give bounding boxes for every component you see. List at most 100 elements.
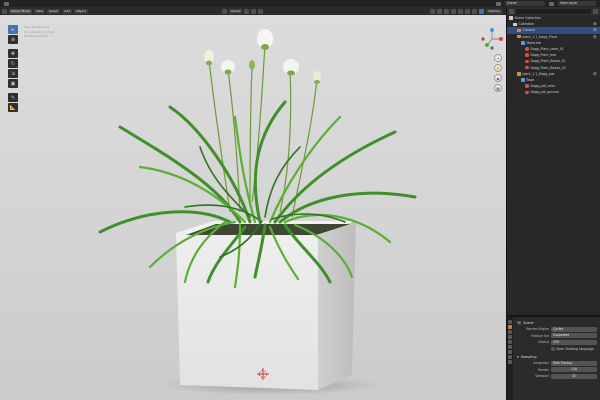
outliner-search-input[interactable] [516,8,591,14]
scene-render [98,29,417,395]
menu-select[interactable]: Select [47,8,61,14]
viewport-info: User Perspective (1) Collection | Plant … [24,25,55,39]
properties-context: Scene [523,320,534,325]
output-tab-icon[interactable] [508,330,512,334]
tool-tab-icon[interactable] [508,320,512,324]
blender-menu-icon[interactable] [4,1,9,6]
collection-icon [513,22,517,27]
view-layer-selector[interactable]: View Layer [558,1,596,6]
chevron-down-icon: ▾ [517,354,519,359]
snap-icon[interactable] [251,8,257,14]
rotate-tool-icon[interactable]: ↻ [8,59,18,68]
camera-view-icon[interactable]: ◉ [494,74,502,82]
outliner: Scene Collection Collection 👁 Camera 👁 plant_… [507,7,600,315]
outliner-row[interactable]: Dagg_pot_ground [507,89,600,95]
cursor-tool-icon[interactable]: ⊕ [8,35,18,44]
visibility-eye-icon[interactable]: 👁 [593,28,597,32]
scene-icon [496,1,501,6]
visibility-eye-icon[interactable]: 👁 [593,72,597,76]
mesh-data-icon [521,41,525,45]
pot-side [318,221,356,390]
xray-icon[interactable] [451,8,457,14]
integrator-select[interactable]: Path Tracing [551,360,597,366]
osl-label: Open Shading Language [556,346,595,351]
move-tool-icon[interactable]: ✥ [8,49,18,58]
render-engine-select[interactable]: Cycles [551,326,597,332]
ortho-toggle-icon[interactable]: ▦ [494,84,502,92]
pivot-icon[interactable] [244,8,250,14]
visibility-icon[interactable] [430,8,436,14]
world-tab-icon[interactable] [508,345,512,349]
plant-leaves [98,100,417,289]
outliner-type-icon[interactable] [509,8,514,14]
object-icon [517,34,521,39]
mode-selector[interactable]: Object Mode [9,8,32,14]
outliner-row-label: plant_1.1_Dagg_Plant [522,34,557,39]
render-icon: 📷 [517,320,522,325]
outliner-row-label: Scene Collection [514,16,542,21]
shading-solid-icon[interactable] [465,8,471,14]
visibility-eye-icon[interactable]: 👁 [593,22,597,26]
visibility-eye-icon[interactable]: 👁 [593,35,597,39]
osl-checkbox[interactable] [551,347,555,351]
outliner-header [507,7,600,15]
material-icon [525,65,529,70]
properties-header: 📷 Scene [517,319,597,326]
select-box-tool-icon[interactable]: ▸ [8,25,18,34]
measure-tool-icon[interactable]: 📐 [8,103,18,112]
modifier-tab-icon[interactable] [508,355,512,359]
zoom-icon[interactable]: + [494,54,502,62]
shading-material-icon[interactable] [472,8,478,14]
material-icon [525,84,529,88]
outliner-row-label: plant_1.1_Dagg_pot [522,71,555,76]
render-samples-field[interactable]: 128 [551,367,597,373]
scene-selector[interactable]: Scene [505,1,545,6]
feature-set-label: Feature Set [531,333,549,338]
view-layer-tab-icon[interactable] [508,335,512,339]
outliner-row-label: Dagg_Plant_flower_01 [530,59,566,64]
tool-shelf: ▸ ⊕ ✥ ↻ ⇲ ▣ ✎ 📐 [8,25,18,112]
outliner-row-label: Base [526,77,535,82]
top-bar: Scene View Layer [0,0,600,7]
material-icon [525,90,529,95]
proportional-edit-icon[interactable] [258,8,264,14]
material-icon [525,47,529,51]
transform-tool-icon[interactable]: ▣ [8,79,18,88]
outliner-row-label: Dagg_Plant_stem_01 [530,47,564,52]
menu-add[interactable]: Add [62,8,73,14]
viewport-samples-field[interactable]: 32 [551,373,597,379]
scene-tab-icon[interactable] [508,340,512,344]
scale-tool-icon[interactable]: ⇲ [8,69,18,78]
orientation-selector[interactable]: Global [228,8,243,14]
collection-icon [509,16,513,20]
pot-front [176,233,318,390]
material-tab-icon[interactable] [508,360,512,364]
pan-hand-icon[interactable]: ✋ [494,64,502,72]
properties-tabs [507,317,513,400]
outliner-row-label: Dagg_pot_color [530,84,556,89]
editor-type-icon[interactable] [2,8,7,14]
material-icon [525,59,529,64]
outliner-row-label: Dagg_Plant_leaf [530,53,557,58]
device-select[interactable]: CPU [551,339,597,345]
gizmo-toggle-icon[interactable] [437,8,443,14]
outliner-row-label: Materials [526,40,542,45]
material-icon [525,53,529,57]
navigation-gizmo-icon[interactable] [480,27,504,51]
overlay-toggle-icon[interactable] [444,8,450,14]
filter-icon[interactable] [593,8,598,14]
3d-viewport[interactable]: Object Mode View Select Add Object Globa… [0,7,506,400]
object-tab-icon[interactable] [508,350,512,354]
menu-object[interactable]: Object [74,8,88,14]
options-button[interactable]: Options [486,8,502,14]
menu-view[interactable]: View [33,8,46,14]
feature-set-select[interactable]: Supported [551,333,597,339]
outliner-tree: Scene Collection Collection 👁 Camera 👁 plant_… [507,15,600,95]
annotate-tool-icon[interactable]: ✎ [8,93,18,102]
orientation-icon [221,8,227,14]
view-layer-icon [549,1,554,6]
shading-wireframe-icon[interactable] [458,8,464,14]
shading-rendered-icon[interactable] [479,8,485,14]
render-tab-icon[interactable] [508,325,512,329]
sampling-panel-header[interactable]: ▾ Sampling [517,353,597,360]
